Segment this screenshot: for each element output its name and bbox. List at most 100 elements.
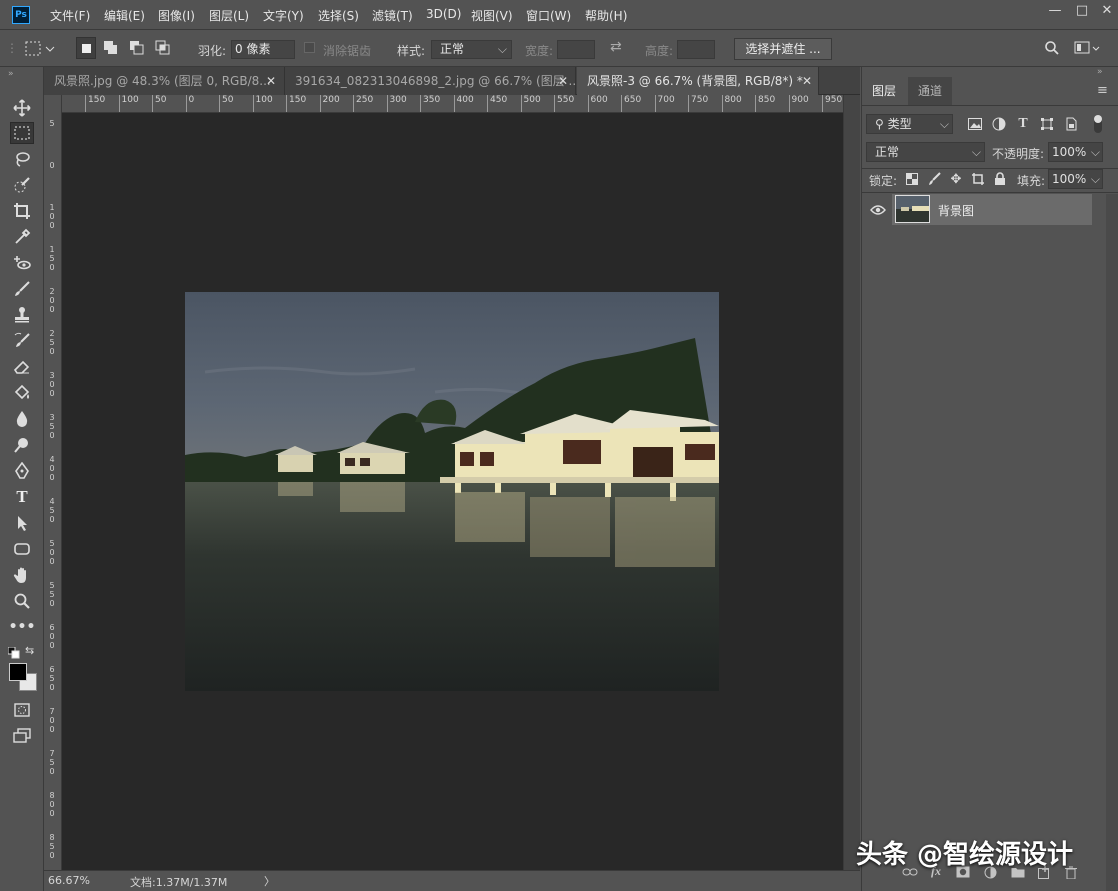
menu-type[interactable]: 文字(Y) <box>263 7 304 24</box>
brush-tool-icon[interactable] <box>10 278 34 300</box>
workspace-icon[interactable] <box>1074 40 1100 59</box>
menu-select[interactable]: 选择(S) <box>318 7 359 24</box>
pen-tool-icon[interactable] <box>10 460 34 482</box>
minimize-button[interactable]: — <box>1044 4 1066 20</box>
lasso-tool-icon[interactable] <box>10 148 34 170</box>
type-tool-icon[interactable]: T <box>10 486 34 508</box>
layer-visibility-toggle[interactable] <box>862 194 893 225</box>
antialias-checkbox[interactable] <box>304 42 315 53</box>
ruler-tick <box>822 95 823 112</box>
swap-dimensions-icon[interactable]: ⇄ <box>610 39 622 55</box>
clone-stamp-tool-icon[interactable] <box>10 304 34 326</box>
ruler-tick-label: 50 <box>155 95 167 105</box>
document-size: 文档:1.37M/1.37M <box>130 876 228 889</box>
layer-item-background[interactable]: 背景图 <box>892 194 1092 225</box>
tool-preset-picker[interactable] <box>24 39 56 62</box>
tab-channels[interactable]: 通道 <box>908 77 953 105</box>
filter-pixel-icon[interactable] <box>967 116 983 132</box>
fill-input[interactable]: 100% ⌵ <box>1048 169 1103 189</box>
filter-type-icon[interactable]: T <box>1015 116 1031 132</box>
zoom-level[interactable]: 66.67% <box>48 874 90 887</box>
panel-menu-icon[interactable]: ≡ <box>1097 83 1108 98</box>
lock-all-icon[interactable] <box>992 171 1008 187</box>
collapse-tools-icon[interactable]: » <box>8 69 14 79</box>
maximize-button[interactable]: □ <box>1071 4 1093 20</box>
default-colors-icon[interactable] <box>7 646 20 662</box>
menu-image[interactable]: 图像(I) <box>158 7 195 24</box>
layers-scrollbar[interactable] <box>1106 194 1118 891</box>
crop-tool-icon[interactable] <box>10 200 34 222</box>
vertical-ruler[interactable]: 5 0 1 0 0 1 5 0 2 0 0 2 5 0 3 0 0 3 5 0 4 0 0 4 5… <box>44 95 62 870</box>
lakeside-villas-photo <box>185 292 719 691</box>
vertical-scrollbar[interactable] <box>843 95 860 870</box>
style-select[interactable]: 正常 ⌵ <box>431 40 512 59</box>
menu-file[interactable]: 文件(F) <box>50 7 90 24</box>
subtract-selection-button[interactable] <box>128 39 146 60</box>
healing-brush-tool-icon[interactable] <box>10 252 34 274</box>
menu-edit[interactable]: 编辑(E) <box>104 7 145 24</box>
tab-landscape-jpg[interactable]: 风景照.jpg @ 48.3% (图层 0, RGB/8... <box>44 67 285 95</box>
tab-391634-jpg[interactable]: 391634_082313046898_2.jpg @ 66.7% (图层 ..… <box>285 67 576 95</box>
select-and-mask-button[interactable]: 选择并遮住 ... <box>734 38 832 60</box>
menu-filter[interactable]: 滤镜(T) <box>372 7 413 24</box>
menu-view[interactable]: 视图(V) <box>471 7 513 24</box>
opacity-value: 100% <box>1052 145 1087 159</box>
new-selection-button[interactable] <box>76 37 96 59</box>
width-label: 宽度: <box>525 44 554 58</box>
rectangle-tool-icon[interactable] <box>10 538 34 560</box>
lock-pixels-icon[interactable] <box>926 171 942 187</box>
add-selection-button[interactable] <box>102 39 120 60</box>
swap-colors-icon[interactable]: ⇆ <box>25 644 34 657</box>
more-tools-icon[interactable]: ••• <box>9 616 36 638</box>
move-tool-icon[interactable] <box>10 97 34 119</box>
tab-landscape-3[interactable]: 风景照-3 @ 66.7% (背景图, RGB/8*) * <box>577 67 819 95</box>
feather-input[interactable]: 0 像素 <box>231 40 295 59</box>
tab-layers[interactable]: 图层 <box>862 77 907 105</box>
filter-smart-object-icon[interactable] <box>1063 116 1079 132</box>
tab-close-icon[interactable]: ✕ <box>558 67 568 95</box>
lock-transparent-icon[interactable] <box>904 171 920 187</box>
rectangular-marquee-tool-icon[interactable] <box>10 122 34 144</box>
panel-collapse-icon[interactable] <box>44 67 52 95</box>
history-brush-tool-icon[interactable] <box>10 330 34 352</box>
lock-artboard-icon[interactable] <box>970 171 986 187</box>
filter-toggle[interactable] <box>1094 115 1102 133</box>
layer-name[interactable]: 背景图 <box>938 202 974 219</box>
menu-layer[interactable]: 图层(L) <box>209 7 249 24</box>
filter-shape-icon[interactable] <box>1039 116 1055 132</box>
tab-close-icon[interactable]: ✕ <box>802 67 812 95</box>
horizontal-ruler[interactable]: 150 100 50 0 50 100 150 200 250 300 350 400 450 500 55… <box>62 95 843 113</box>
quick-selection-tool-icon[interactable] <box>10 174 34 196</box>
intersect-selection-button[interactable] <box>154 39 172 60</box>
foreground-color-swatch[interactable] <box>9 663 27 681</box>
blend-mode-select[interactable]: 正常 ⌵ <box>866 142 985 162</box>
ruler-tick <box>453 95 455 112</box>
ruler-tick-label: 500 <box>523 95 541 105</box>
opacity-input[interactable]: 100% ⌵ <box>1048 142 1103 162</box>
filter-adjustment-icon[interactable] <box>991 116 1007 132</box>
tab-close-icon[interactable]: ✕ <box>266 67 276 95</box>
collapse-panels-icon[interactable]: » <box>1097 67 1103 77</box>
menu-window[interactable]: 窗口(W) <box>526 7 571 24</box>
lock-position-icon[interactable]: ✥ <box>948 171 964 187</box>
height-input[interactable] <box>677 40 715 59</box>
path-selection-tool-icon[interactable] <box>10 512 34 534</box>
dodge-tool-icon[interactable] <box>10 434 34 456</box>
layer-filter-select[interactable]: ⚲ 类型 ⌵ <box>866 114 953 134</box>
eyedropper-tool-icon[interactable] <box>10 226 34 248</box>
search-icon[interactable] <box>1044 40 1060 59</box>
width-input[interactable] <box>557 40 595 59</box>
blur-tool-icon[interactable] <box>10 408 34 430</box>
zoom-tool-icon[interactable] <box>10 590 34 612</box>
paint-bucket-tool-icon[interactable] <box>10 382 34 404</box>
ruler-tick <box>286 95 287 112</box>
screen-mode-icon[interactable] <box>10 725 34 747</box>
menu-help[interactable]: 帮助(H) <box>585 7 627 24</box>
status-menu-arrow[interactable]: 〉 <box>264 873 275 889</box>
hand-tool-icon[interactable] <box>10 564 34 586</box>
close-window-button[interactable]: ✕ <box>1096 4 1118 20</box>
landscape-image[interactable] <box>185 292 719 691</box>
menu-3d[interactable]: 3D(D) <box>426 7 461 21</box>
eraser-tool-icon[interactable] <box>10 356 34 378</box>
quick-mask-icon[interactable] <box>10 699 34 721</box>
